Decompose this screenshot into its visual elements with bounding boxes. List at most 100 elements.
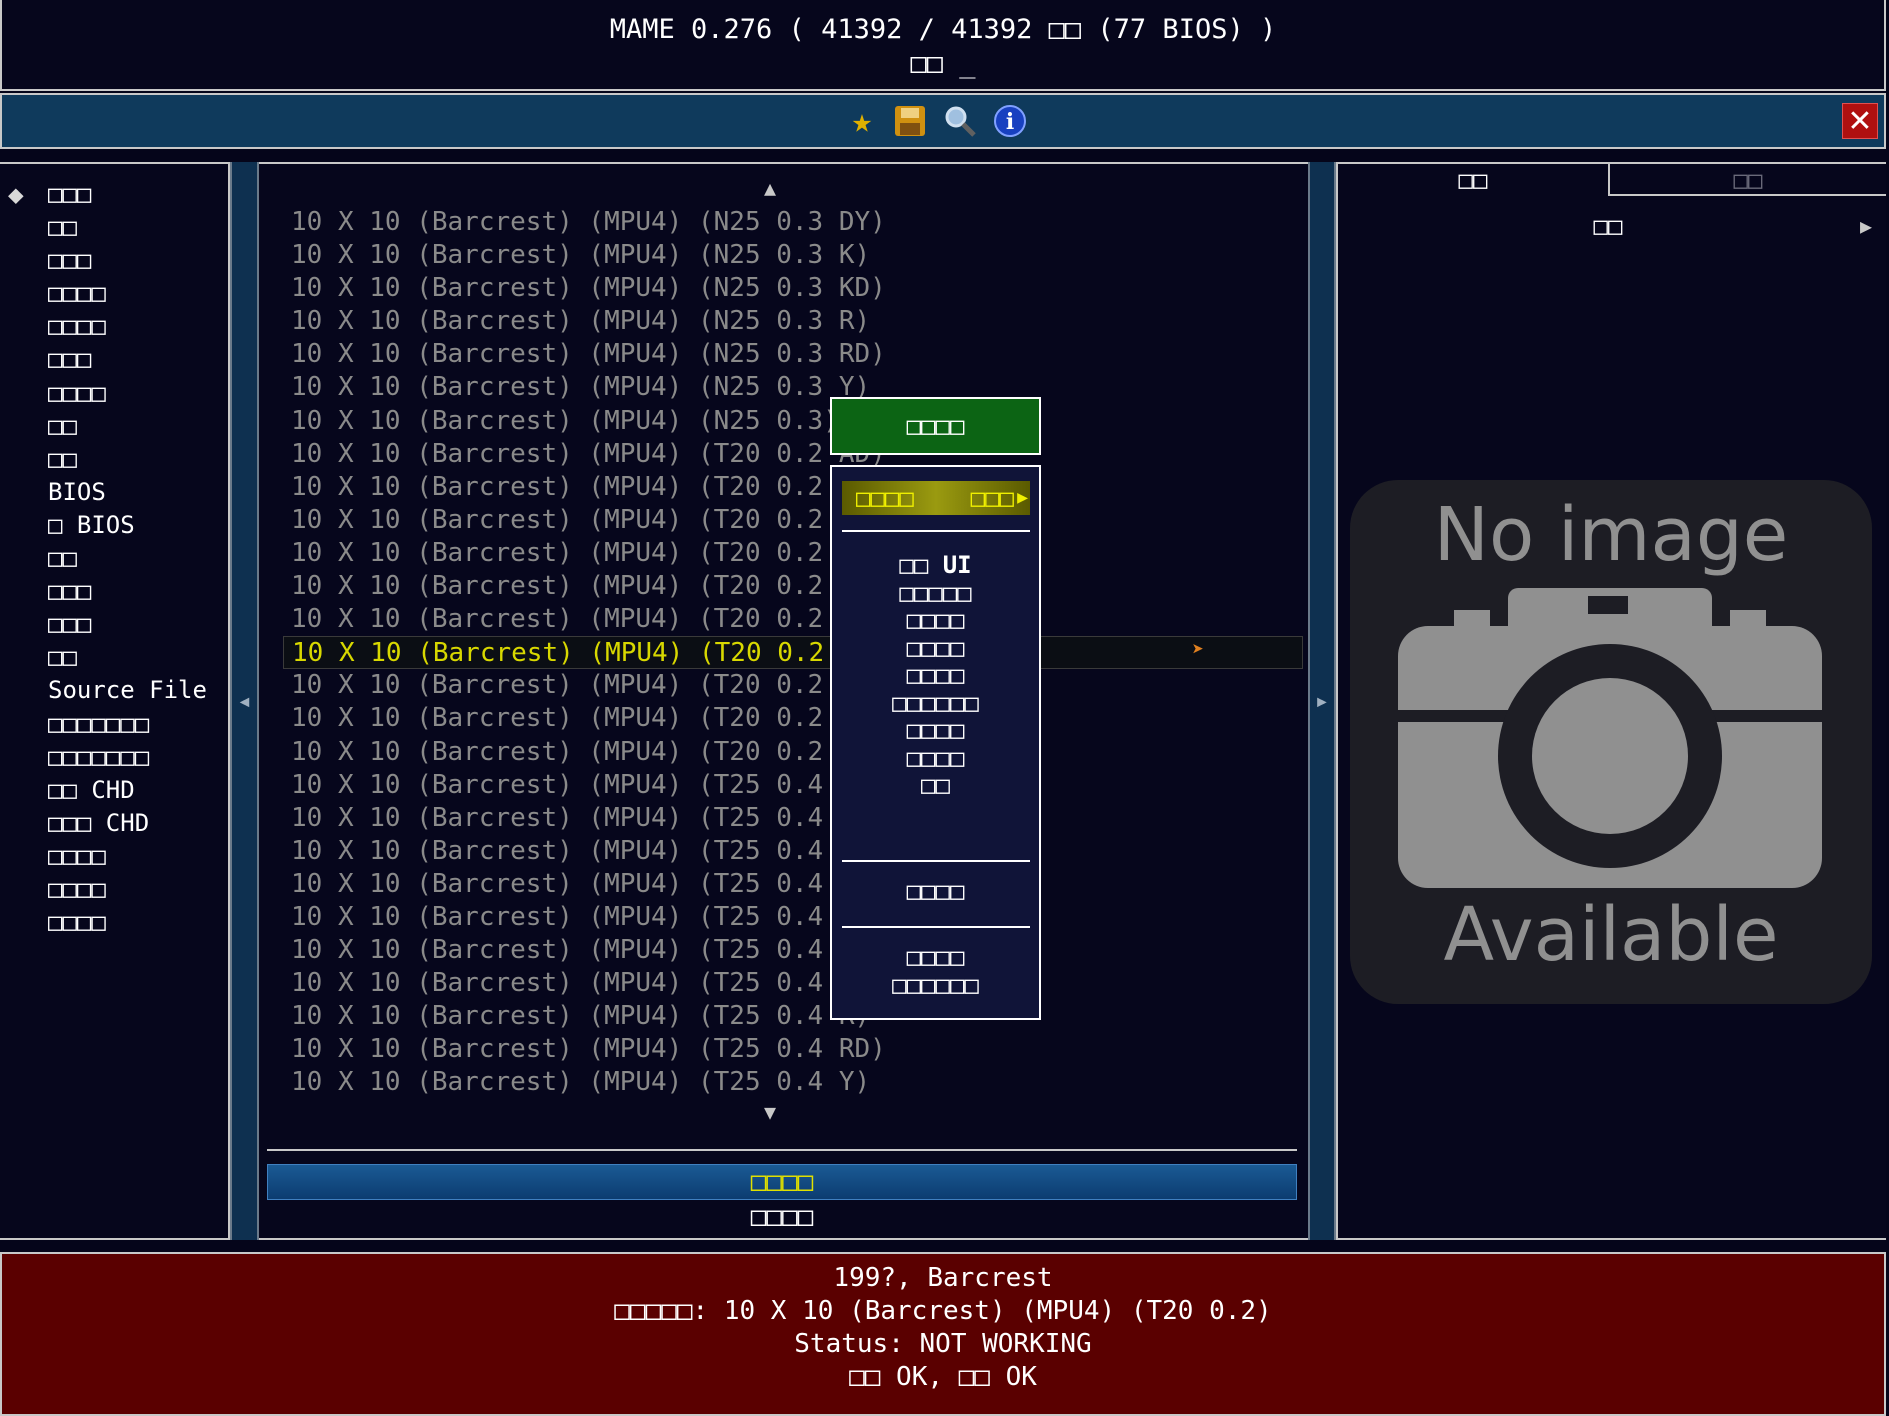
- left-splitter[interactable]: ◀: [230, 162, 259, 1240]
- game-row[interactable]: 10 X 10 (Barcrest) (MPU4) (T25 0.4 DY): [283, 901, 1303, 934]
- selected-diamond-icon: ◆: [8, 180, 24, 210]
- filter-item[interactable]: □□: [48, 410, 207, 443]
- game-row[interactable]: 10 X 10 (Barcrest) (MPU4) (N25 0.3): [283, 405, 1303, 438]
- game-info-bar: 199?, Barcrest □□□□□: 10 X 10 (Barcrest)…: [0, 1252, 1886, 1416]
- filter-panel: ◆ □□□ □□ □□□ □□□□ □□□□ □□□ □□□□ □□ □□ BIOS □ BIOS □…: [0, 162, 230, 1240]
- filter-list: □□□ □□ □□□ □□□□ □□□□ □□□ □□□□ □□ □□ BIOS □ BIOS □□ □…: [48, 178, 207, 939]
- filter-item[interactable]: □□: [48, 641, 207, 674]
- context-menu: □□□□ □□□ ▶ □□ UI □□□□□ □□□□ □□□□ □□□□ □□□□□□ □…: [830, 465, 1041, 1020]
- filter-item[interactable]: □□□□: [48, 906, 207, 939]
- filter-item[interactable]: □□□□: [48, 377, 207, 410]
- game-row[interactable]: 10 X 10 (Barcrest) (MPU4) (T25 0.4 KD): [283, 967, 1303, 1000]
- menu-item[interactable]: □□: [832, 769, 1039, 802]
- filter-item[interactable]: □□□: [48, 244, 207, 277]
- filter-item[interactable]: □□□□□□□: [48, 708, 207, 741]
- game-row[interactable]: 10 X 10 (Barcrest) (MPU4) (T25 0.4 RD): [283, 1033, 1303, 1066]
- game-list-panel: ▲ 10 X 10 (Barcrest) (MPU4) (N25 0.3 DY)…: [259, 162, 1308, 1240]
- game-row[interactable]: 10 X 10 (Barcrest) (MPU4) (N25 0.3 RD): [283, 338, 1303, 371]
- collapse-left-icon[interactable]: ◀: [240, 692, 250, 711]
- list-footer-button-2[interactable]: □□□□: [267, 1200, 1297, 1234]
- info-parent: □□□□□: 10 X 10 (Barcrest) (MPU4) (T20 0.…: [614, 1296, 1272, 1326]
- filter-item[interactable]: □□□: [48, 343, 207, 376]
- svg-text:i: i: [1006, 109, 1014, 135]
- filter-item[interactable]: □□□□: [48, 873, 207, 906]
- search-icon[interactable]: [940, 101, 980, 141]
- filter-item[interactable]: □□: [48, 542, 207, 575]
- scroll-up-icon[interactable]: ▲: [764, 176, 776, 200]
- game-row[interactable]: 10 X 10 (Barcrest) (MPU4) (T25 0.4 BD): [283, 835, 1303, 868]
- menu-separator: [842, 926, 1030, 928]
- tab-images[interactable]: □□: [1338, 164, 1608, 196]
- filter-item[interactable]: □□ CHD: [48, 774, 207, 807]
- available-text: Available: [1443, 892, 1779, 978]
- game-row[interactable]: 10 X 10 (Barcrest) (MPU4) (T20 0.2 R): [283, 669, 1303, 702]
- game-row[interactable]: 10 X 10 (Barcrest) (MPU4) (N25 0.3 K): [283, 239, 1303, 272]
- filter-item[interactable]: □ BIOS: [48, 509, 207, 542]
- submenu-arrow-icon: ▶: [1017, 487, 1028, 508]
- game-row[interactable]: 10 X 10 (Barcrest) (MPU4) (T20 0.2 BD): [283, 504, 1303, 537]
- game-row[interactable]: 10 X 10 (Barcrest) (MPU4) (T25 0.4 AD): [283, 769, 1303, 802]
- menu-item-highlighted[interactable]: □□□□ □□□ ▶: [842, 481, 1030, 515]
- game-row[interactable]: 10 X 10 (Barcrest) (MPU4) (T20 0.2 B): [283, 471, 1303, 504]
- game-row[interactable]: 10 X 10 (Barcrest) (MPU4) (T20 0.2 RD): [283, 702, 1303, 735]
- close-icon[interactable]: ✕: [1842, 103, 1878, 139]
- filter-item[interactable]: BIOS: [48, 476, 207, 509]
- info-panel: □□ □□ □□ ▶ No image Available: [1336, 162, 1886, 1240]
- tab-infos[interactable]: □□: [1608, 164, 1886, 196]
- game-row[interactable]: 10 X 10 (Barcrest) (MPU4) (T25 0.4 B): [283, 802, 1303, 835]
- filter-item[interactable]: □□□: [48, 178, 207, 211]
- save-icon[interactable]: [890, 101, 930, 141]
- info-status: Status: NOT WORKING: [794, 1329, 1092, 1359]
- collapse-right-icon[interactable]: ▶: [1317, 692, 1327, 711]
- next-view-icon[interactable]: ▶: [1860, 214, 1872, 238]
- filter-item[interactable]: □□: [48, 443, 207, 476]
- menu-title: □□□□: [830, 397, 1041, 455]
- filter-item[interactable]: Source File: [48, 674, 207, 707]
- filter-item[interactable]: □□□: [48, 575, 207, 608]
- list-footer-button-1[interactable]: □□□□: [267, 1164, 1297, 1200]
- selected-game-row[interactable]: 10 X 10 (Barcrest) (MPU4) (T20 0.2 KD): [283, 636, 1303, 670]
- filter-item[interactable]: □□□: [48, 608, 207, 641]
- menu-item[interactable]: □□□□□□: [832, 969, 1039, 1002]
- filter-item[interactable]: □□□□: [48, 310, 207, 343]
- info-year-manufacturer: 199?, Barcrest: [833, 1263, 1053, 1293]
- game-row[interactable]: 10 X 10 (Barcrest) (MPU4) (T25 0.4 Y): [283, 1066, 1303, 1099]
- filter-item[interactable]: □□□□□□□: [48, 741, 207, 774]
- game-row[interactable]: 10 X 10 (Barcrest) (MPU4) (T20 0.2 K): [283, 603, 1303, 636]
- info-emulation: □□ OK, □□ OK: [849, 1362, 1037, 1392]
- game-row[interactable]: 10 X 10 (Barcrest) (MPU4) (T20 0.2 Y): [283, 736, 1303, 769]
- no-image-placeholder: No image Available: [1350, 480, 1872, 1004]
- right-splitter[interactable]: ▶: [1308, 162, 1336, 1240]
- game-row[interactable]: 10 X 10 (Barcrest) (MPU4) (T20 0.2 AD): [283, 438, 1303, 471]
- game-row[interactable]: 10 X 10 (Barcrest) (MPU4) (T25 0.4 R): [283, 1000, 1303, 1033]
- view-label: □□: [1593, 212, 1623, 240]
- game-list: 10 X 10 (Barcrest) (MPU4) (N25 0.3 DY) 10…: [283, 206, 1303, 1100]
- menu-item[interactable]: □□□□: [832, 875, 1039, 908]
- mouse-cursor-icon: ➤: [1192, 637, 1205, 661]
- menu-item-label: □□□□: [856, 484, 914, 512]
- game-row[interactable]: 10 X 10 (Barcrest) (MPU4) (N25 0.3 R): [283, 305, 1303, 338]
- no-image-text: No image: [1433, 492, 1789, 578]
- game-row[interactable]: 10 X 10 (Barcrest) (MPU4) (N25 0.3 Y): [283, 371, 1303, 404]
- title-text: MAME 0.276 ( 41392 / 41392 □□ (77 BIOS) …: [609, 14, 1277, 45]
- menu-item-value: □□□: [970, 484, 1014, 512]
- divider: [267, 1149, 1297, 1151]
- game-row[interactable]: 10 X 10 (Barcrest) (MPU4) (T20 0.2 DY): [283, 570, 1303, 603]
- scroll-down-icon[interactable]: ▼: [764, 1100, 776, 1124]
- toolbar: ★ i ✕: [0, 93, 1886, 149]
- search-status-text: □□ _: [910, 48, 976, 79]
- filter-item[interactable]: □□□□: [48, 840, 207, 873]
- game-row[interactable]: 10 X 10 (Barcrest) (MPU4) (N25 0.3 KD): [283, 272, 1303, 305]
- game-row[interactable]: 10 X 10 (Barcrest) (MPU4) (T20 0.2 D): [283, 537, 1303, 570]
- filter-item[interactable]: □□□ CHD: [48, 807, 207, 840]
- game-row[interactable]: 10 X 10 (Barcrest) (MPU4) (T25 0.4 K): [283, 934, 1303, 967]
- filter-item[interactable]: □□: [48, 211, 207, 244]
- star-icon[interactable]: ★: [842, 101, 882, 141]
- game-row[interactable]: 10 X 10 (Barcrest) (MPU4) (T25 0.4 D): [283, 868, 1303, 901]
- camera-icon: [1398, 588, 1822, 888]
- title-header: MAME 0.276 ( 41392 / 41392 □□ (77 BIOS) …: [0, 0, 1886, 91]
- game-row[interactable]: 10 X 10 (Barcrest) (MPU4) (N25 0.3 DY): [283, 206, 1303, 239]
- menu-separator: [842, 860, 1030, 862]
- filter-item[interactable]: □□□□: [48, 277, 207, 310]
- info-icon[interactable]: i: [990, 101, 1030, 141]
